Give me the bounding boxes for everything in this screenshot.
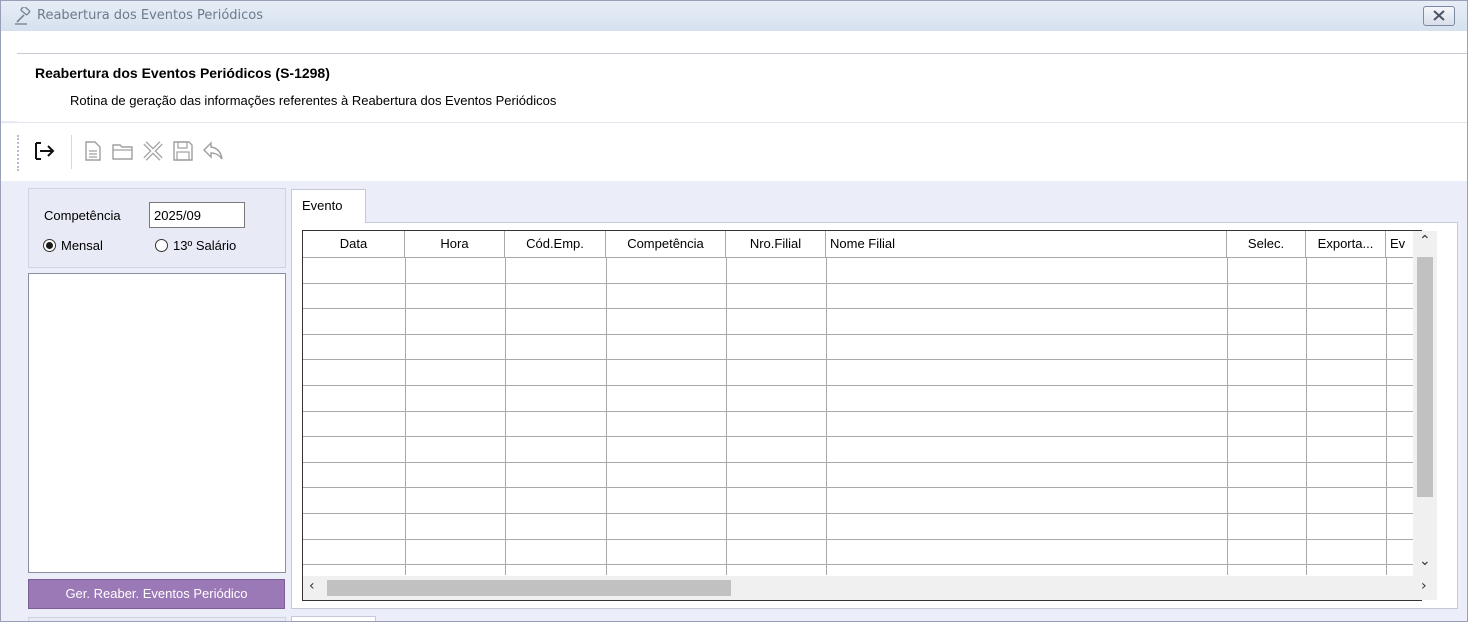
main-window: Reabertura dos Eventos Periódicos Reaber… (0, 0, 1468, 622)
header-strip-top (17, 31, 1467, 53)
table-column-divider (606, 257, 607, 575)
column-header-ev[interactable]: Ev (1386, 231, 1416, 257)
window-title: Reabertura dos Eventos Periódicos (37, 8, 264, 23)
radio-mensal-label: Mensal (61, 237, 103, 253)
save-icon (173, 141, 193, 161)
tab-evento[interactable]: Evento (291, 189, 366, 223)
toolbar-separator (71, 135, 72, 169)
table-column-divider (1306, 257, 1307, 575)
column-header-data[interactable]: Data (303, 231, 405, 257)
close-button[interactable] (1423, 6, 1455, 26)
table-row-divider (303, 385, 1414, 386)
toolbar-grip[interactable] (17, 135, 21, 171)
table-row-divider (303, 283, 1414, 284)
radio-13-salario-dot[interactable] (155, 238, 168, 252)
table-row-divider (303, 513, 1414, 514)
page-subtitle: Rotina de geração das informações refere… (70, 93, 557, 108)
exit-button[interactable] (33, 139, 57, 163)
table-column-divider (405, 257, 406, 575)
exit-icon (35, 142, 55, 160)
table-row-divider (303, 487, 1414, 488)
delete-icon (143, 141, 163, 161)
column-header-hora[interactable]: Hora (405, 231, 505, 257)
close-icon (1433, 10, 1445, 21)
column-header-nome-filial[interactable]: Nome Filial (826, 231, 1227, 257)
undo-icon (203, 141, 223, 160)
vertical-scroll-thumb[interactable] (1417, 257, 1433, 497)
table-row-divider (303, 462, 1414, 463)
undo-button[interactable] (201, 139, 225, 163)
table-column-divider (1227, 257, 1228, 575)
competencia-label: Competência (44, 208, 121, 223)
scroll-right-icon[interactable]: › (1421, 578, 1427, 594)
table-column-divider (505, 257, 506, 575)
scroll-up-icon[interactable]: ⌃ (1419, 233, 1431, 249)
table-row-divider (303, 564, 1414, 565)
open-button[interactable] (111, 139, 135, 163)
competencia-input[interactable] (149, 202, 245, 228)
column-header-exporta[interactable]: Exporta... (1306, 231, 1386, 257)
radio-mensal-dot[interactable] (43, 238, 56, 252)
horizontal-scroll-thumb[interactable] (327, 580, 731, 596)
scroll-down-icon[interactable]: ⌄ (1419, 553, 1431, 569)
table-row-divider (303, 539, 1414, 540)
left-bottom-panel (28, 617, 286, 621)
table-column-divider (826, 257, 827, 575)
scroll-corner: › (1413, 576, 1437, 600)
column-header-cod-emp[interactable]: Cód.Emp. (505, 231, 606, 257)
column-header-competencia[interactable]: Competência (606, 231, 726, 257)
new-document-icon (85, 141, 101, 161)
vertical-scrollbar[interactable]: ⌃ ⌄ (1413, 231, 1437, 579)
table-row-divider (303, 334, 1414, 335)
radio-mensal[interactable]: Mensal (43, 235, 103, 255)
open-folder-icon (112, 144, 133, 160)
table-row-divider (303, 359, 1414, 360)
grid-header: Data Hora Cód.Emp. Competência Nro.Filia… (303, 231, 1421, 258)
branch-list[interactable] (28, 273, 286, 573)
radio-13-salario[interactable]: 13º Salário (155, 235, 236, 255)
filter-panel: Competência Mensal 13º Salário (28, 188, 286, 268)
table-row-divider (303, 436, 1414, 437)
column-header-nro-filial[interactable]: Nro.Filial (726, 231, 826, 257)
radio-13-salario-label: 13º Salário (173, 237, 237, 253)
toolbar (1, 122, 1467, 181)
events-grid[interactable]: Data Hora Cód.Emp. Competência Nro.Filia… (302, 230, 1422, 601)
column-header-selec[interactable]: Selec. (1227, 231, 1306, 257)
delete-button[interactable] (141, 139, 165, 163)
table-column-divider (726, 257, 727, 575)
generate-button[interactable]: Ger. Reaber. Eventos Periódico (28, 579, 285, 609)
scroll-left-icon[interactable]: ‹ (309, 578, 315, 594)
header-strip (1, 31, 17, 121)
table-row-divider (303, 308, 1414, 309)
table-column-divider (1386, 257, 1387, 575)
tab-secondary[interactable] (291, 616, 376, 621)
page-title: Reabertura dos Eventos Periódicos (S-129… (35, 65, 330, 81)
gavel-icon (13, 5, 33, 25)
page-header: Reabertura dos Eventos Periódicos (S-129… (17, 53, 1467, 122)
new-button[interactable] (81, 139, 105, 163)
table-row-divider (303, 411, 1414, 412)
title-bar[interactable]: Reabertura dos Eventos Periódicos (1, 1, 1467, 32)
save-button[interactable] (171, 139, 195, 163)
horizontal-scrollbar[interactable]: ‹ (303, 576, 1415, 600)
